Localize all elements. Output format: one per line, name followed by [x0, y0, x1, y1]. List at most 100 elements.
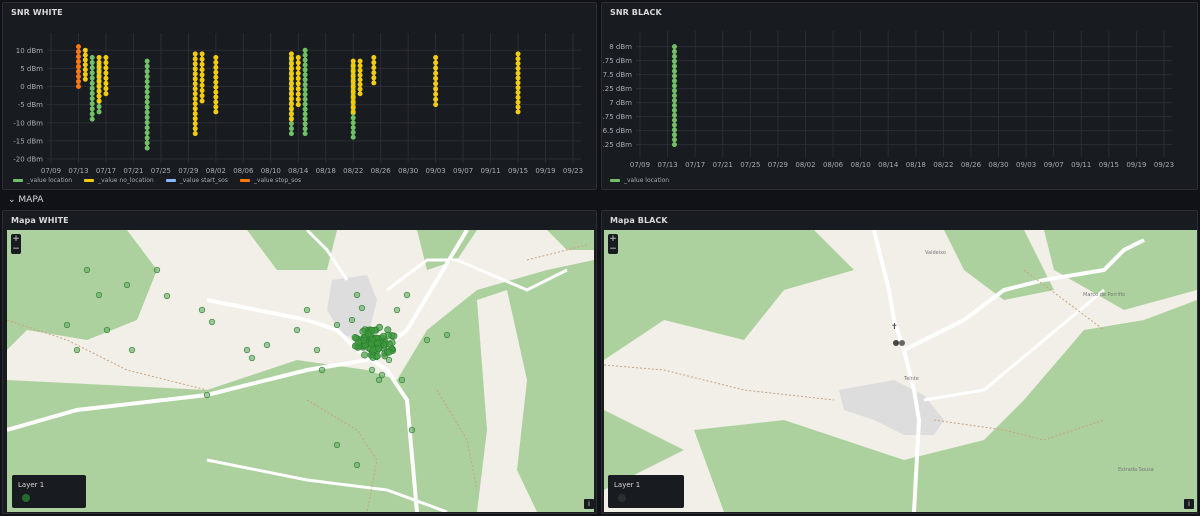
- data-point: [371, 65, 377, 71]
- data-point: [82, 62, 88, 68]
- legend-item[interactable]: _value location: [13, 177, 72, 184]
- data-point: [192, 86, 198, 92]
- row-title: MAPA: [18, 195, 44, 205]
- data-point: [357, 72, 363, 78]
- data-point: [288, 116, 294, 122]
- y-tick-label: 6.25 dBm: [602, 141, 632, 149]
- data-point: [357, 81, 363, 87]
- map-black[interactable]: Valdeixo Marco de Porrifio Teinte Estrad…: [604, 230, 1197, 512]
- data-point: [192, 71, 198, 77]
- data-point: [144, 68, 150, 74]
- location-marker: [313, 346, 321, 354]
- map-white[interactable]: + − Layer 1 i: [7, 230, 594, 512]
- legend-item[interactable]: _value start_sos: [165, 177, 228, 184]
- location-marker: [103, 326, 111, 334]
- snr-white-panel: SNR WHITE 10 dBm 5 dBm 0 dBm -5 dBm -10 dBm -…: [2, 2, 597, 190]
- row-collapse-toggle[interactable]: ⌄ MAPA: [8, 195, 43, 205]
- data-point: [89, 75, 95, 81]
- data-point: [103, 80, 109, 86]
- x-tick-label: 08/06: [823, 161, 844, 169]
- location-marker: [333, 321, 341, 329]
- data-point: [288, 126, 294, 132]
- zoom-in-button[interactable]: +: [608, 234, 618, 244]
- data-point: [144, 145, 150, 151]
- location-marker: [358, 304, 366, 312]
- zoom-out-button[interactable]: −: [608, 244, 618, 254]
- data-point: [671, 102, 677, 108]
- data-point: [371, 70, 377, 76]
- location-marker: [408, 426, 416, 434]
- panel-title[interactable]: Mapa BLACK: [610, 216, 668, 225]
- data-point: [433, 70, 439, 76]
- snr-black-panel: SNR BLACK 8 dBm7.75 dBm7.5 dBm7.25 dBm7 …: [601, 2, 1198, 190]
- data-point: [295, 65, 301, 71]
- y-tick-label: 0 dBm: [20, 83, 43, 91]
- chart-legend: _value location _value no_location _value …: [13, 177, 301, 184]
- data-point: [302, 67, 308, 73]
- layer-dot-icon: [22, 494, 30, 502]
- data-point: [671, 122, 677, 128]
- x-tick-label: 09/23: [563, 167, 583, 175]
- data-point: [350, 89, 356, 95]
- location-marker: [367, 340, 375, 348]
- forest-area: [604, 230, 854, 360]
- data-point: [302, 126, 308, 132]
- data-point: [213, 84, 219, 90]
- data-point: [357, 67, 363, 73]
- data-point: [144, 99, 150, 105]
- legend-item[interactable]: _value location: [610, 177, 669, 184]
- data-point: [357, 58, 363, 64]
- data-point: [350, 58, 356, 64]
- data-point: [671, 107, 677, 113]
- info-button[interactable]: i: [584, 499, 594, 509]
- data-point: [96, 64, 102, 70]
- data-point: [82, 52, 88, 58]
- location-marker: [351, 334, 359, 342]
- x-tick-label: 07/21: [123, 167, 143, 175]
- data-point: [357, 63, 363, 69]
- location-marker: [403, 291, 411, 299]
- data-point: [213, 74, 219, 80]
- location-marker: [378, 371, 386, 379]
- zoom-in-button[interactable]: +: [11, 234, 21, 244]
- location-marker: [361, 351, 369, 359]
- data-point: [213, 99, 219, 105]
- x-tick-label: 08/14: [288, 167, 309, 175]
- y-tick-label: 6.5 dBm: [603, 127, 633, 135]
- data-point: [295, 102, 301, 108]
- data-point: [671, 98, 677, 103]
- legend-item[interactable]: _value no_location: [84, 177, 154, 184]
- legend-item[interactable]: _value stop_sos: [239, 177, 301, 184]
- y-tick-label: 6.75 dBm: [602, 113, 632, 121]
- trail: [604, 364, 835, 401]
- y-tick-label: 7.25 dBm: [602, 85, 632, 93]
- legend-label: _value no_location: [98, 177, 154, 184]
- info-button[interactable]: i: [1184, 499, 1194, 509]
- data-point: [433, 55, 439, 60]
- location-marker: [353, 461, 361, 469]
- place-label: Marco de Porrifio: [1083, 292, 1125, 298]
- legend-label: _value location: [27, 177, 73, 184]
- x-tick-label: 07/29: [178, 167, 198, 175]
- snr-black-chart: 8 dBm 7.75 dBm 7.5 dBm 7.25 dBm 7 dBm 6.75 dB…: [602, 31, 1174, 169]
- y-tick-label: 5 dBm: [20, 65, 43, 73]
- data-point: [199, 56, 205, 62]
- data-point: [515, 104, 521, 110]
- data-point: [671, 53, 677, 59]
- data-point: [671, 137, 677, 143]
- data-point: [350, 99, 356, 105]
- data-point: [671, 63, 677, 69]
- x-tick-label: 07/13: [657, 161, 677, 169]
- location-marker: [376, 323, 384, 331]
- snr-white-chart: 10 dBm 5 dBm 0 dBm -5 dBm -10 dBm -15 dBm -20 …: [13, 33, 583, 175]
- y-tick-label: 7.75 dBm: [602, 57, 632, 65]
- zoom-out-button[interactable]: −: [11, 244, 21, 254]
- location-marker: [63, 321, 71, 329]
- data-point: [144, 109, 150, 115]
- data-point: [288, 96, 294, 102]
- data-point: [302, 131, 308, 137]
- layer-label: Layer 1: [18, 481, 45, 489]
- data-point: [350, 109, 356, 115]
- panel-title[interactable]: Mapa WHITE: [11, 216, 69, 225]
- data-point: [144, 94, 150, 100]
